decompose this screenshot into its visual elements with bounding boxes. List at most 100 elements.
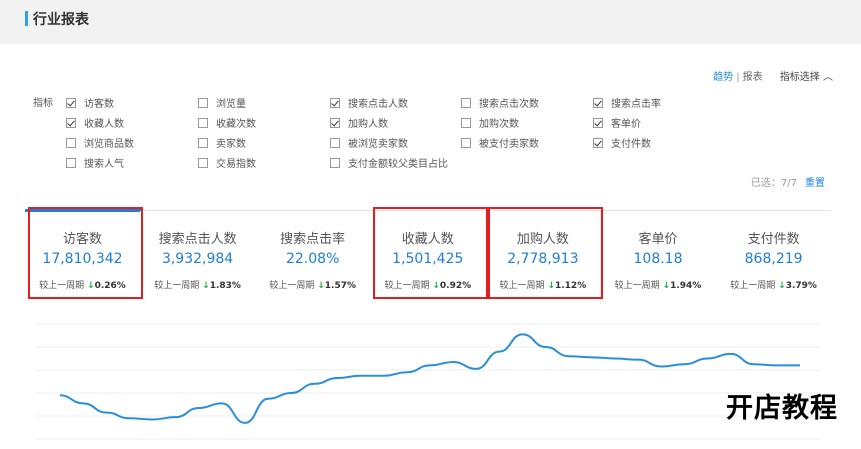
metric-option[interactable]: 收藏次数 xyxy=(198,115,256,130)
metric-card-value: 2,778,913 xyxy=(507,251,579,267)
down-arrow-icon: ↓ xyxy=(317,281,325,291)
metric-checkbox[interactable] xyxy=(66,157,76,168)
metric-cards: 访客数 17,810,342 较上一周期 ↓0.26% 搜索点击人数 3,932,984… xyxy=(25,207,832,304)
metric-option-label: 搜索点击人数 xyxy=(348,99,408,110)
metric-option[interactable]: 搜索点击率 xyxy=(593,95,661,110)
metric-card-value: 3,932,984 xyxy=(161,251,234,267)
metric-option[interactable]: 搜索点击次数 xyxy=(461,95,539,110)
metric-option-label: 被支付卖家数 xyxy=(479,139,539,150)
metric-option-label: 浏览商品数 xyxy=(84,139,134,150)
metric-checkbox[interactable] xyxy=(461,117,471,128)
compare-label: 较上一周期 xyxy=(269,281,315,291)
compare-percent: 0.26% xyxy=(94,281,126,291)
compare-label: 较上一周期 xyxy=(39,281,85,291)
metric-filter-button[interactable]: 指标选择 ︿ xyxy=(780,72,833,83)
down-arrow-icon: ↓ xyxy=(662,281,671,291)
metric-option[interactable]: 卖家数 xyxy=(198,135,246,150)
metric-card-value: 17,810,342 xyxy=(42,251,123,267)
metric-option-label: 搜索点击次数 xyxy=(479,99,539,110)
trend-link[interactable]: 趋势 xyxy=(713,72,733,83)
compare-label: 较上一周期 xyxy=(730,281,776,291)
metric-card-compare: 较上一周期 ↓0.26% xyxy=(25,278,140,291)
metric-option[interactable]: 支付件数 xyxy=(593,135,651,150)
metrics-label: 指标 xyxy=(33,98,53,109)
metric-checkbox[interactable] xyxy=(66,97,76,108)
metric-option[interactable]: 加购人数 xyxy=(330,115,388,130)
metric-option[interactable]: 加购次数 xyxy=(461,115,519,130)
metric-card-compare: 较上一周期 ↓1.12% xyxy=(485,278,600,291)
metric-card[interactable]: 访客数 17,810,342 较上一周期 ↓0.26% xyxy=(25,209,141,304)
metric-card-compare: 较上一周期 ↓3.79% xyxy=(716,278,832,291)
metric-checkbox[interactable] xyxy=(593,117,603,128)
compare-percent: 1.12% xyxy=(554,281,587,291)
metric-filter-label: 指标选择 xyxy=(779,72,820,83)
metric-option[interactable]: 搜索点击人数 xyxy=(330,95,408,110)
metric-option[interactable]: 访客数 xyxy=(66,95,114,110)
reset-button[interactable]: 重置 xyxy=(805,178,825,189)
metric-checkbox[interactable] xyxy=(330,157,340,168)
metric-checkbox[interactable] xyxy=(198,117,208,128)
trend-chart xyxy=(35,323,821,440)
metric-option-label: 收藏次数 xyxy=(216,119,256,130)
metric-option-label: 加购次数 xyxy=(479,119,519,130)
compare-percent: 1.57% xyxy=(324,281,357,291)
metric-card-compare: 较上一周期 ↓1.94% xyxy=(601,278,716,291)
metric-option[interactable]: 客单价 xyxy=(593,115,641,130)
metric-option[interactable]: 浏览商品数 xyxy=(66,135,134,150)
metric-card-compare: 较上一周期 ↓1.83% xyxy=(140,278,255,291)
metric-checkbox[interactable] xyxy=(330,117,340,128)
metric-card[interactable]: 搜索点击人数 3,932,984 较上一周期 ↓1.83% xyxy=(140,211,257,304)
metric-card[interactable]: 搜索点击率 22.08% 较上一周期 ↓1.57% xyxy=(255,211,372,304)
metric-checkbox[interactable] xyxy=(66,137,76,148)
metric-checkbox[interactable] xyxy=(593,97,603,108)
metric-card[interactable]: 客单价 108.18 较上一周期 ↓1.94% xyxy=(600,211,717,304)
metric-checkbox[interactable] xyxy=(198,97,208,108)
metric-card-value: 108.18 xyxy=(633,251,683,267)
metric-card-name: 搜索点击人数 xyxy=(158,232,237,247)
metric-checkbox[interactable] xyxy=(330,97,340,108)
selection-info: 已选：7/7 重置 xyxy=(751,174,825,189)
metric-card-name: 加购人数 xyxy=(516,232,569,247)
metric-card[interactable]: 加购人数 2,778,913 较上一周期 ↓1.12% xyxy=(485,211,602,304)
metric-option[interactable]: 收藏人数 xyxy=(66,115,124,130)
metric-checkbox[interactable] xyxy=(593,137,603,148)
metric-checkbox[interactable] xyxy=(198,157,208,168)
metric-card[interactable]: 支付件数 868,219 较上一周期 ↓3.79% xyxy=(715,211,832,304)
metric-option[interactable]: 被浏览卖家数 xyxy=(330,135,408,150)
metric-card-name: 支付件数 xyxy=(747,232,800,247)
down-arrow-icon: ↓ xyxy=(778,281,786,291)
metric-checkbox[interactable] xyxy=(461,97,471,108)
compare-percent: 1.94% xyxy=(670,281,702,291)
page-title: 行业报表 xyxy=(33,12,89,28)
metric-card-value: 868,219 xyxy=(744,251,803,267)
metric-option-label: 浏览量 xyxy=(216,99,246,110)
metric-card-value: 22.08% xyxy=(285,251,340,267)
metric-card-name: 客单价 xyxy=(638,232,678,247)
metric-card[interactable]: 收藏人数 1,501,425 较上一周期 ↓0.92% xyxy=(370,211,487,304)
metric-checkbox[interactable] xyxy=(330,137,340,148)
metric-option[interactable]: 搜索人气 xyxy=(66,155,124,170)
metric-option-label: 支付金额较父类目占比 xyxy=(348,159,448,170)
metric-checkbox[interactable] xyxy=(461,137,471,148)
page-header: 行业报表 xyxy=(0,0,861,44)
chevron-up-icon: ︿ xyxy=(823,72,833,83)
selection-count: 已选：7/7 xyxy=(750,178,797,189)
metric-option[interactable]: 被支付卖家数 xyxy=(461,135,539,150)
metric-checkbox[interactable] xyxy=(66,117,76,128)
link-separator: | xyxy=(736,72,740,83)
title-accent-bar xyxy=(25,11,28,26)
metric-option[interactable]: 支付金额较父类目占比 xyxy=(330,155,448,170)
down-arrow-icon: ↓ xyxy=(202,281,210,291)
metric-option-label: 搜索人气 xyxy=(84,159,124,170)
report-link[interactable]: 报表 xyxy=(743,72,763,83)
active-card-indicator xyxy=(25,209,141,212)
metric-card-name: 收藏人数 xyxy=(401,232,454,247)
view-switcher: 趋势 | 报表 指标选择 ︿ xyxy=(713,68,833,83)
metric-option[interactable]: 浏览量 xyxy=(198,95,246,110)
metric-option[interactable]: 交易指数 xyxy=(198,155,256,170)
watermark: 开店教程 xyxy=(726,393,838,424)
metric-card-name: 访客数 xyxy=(62,232,102,247)
metric-checkbox[interactable] xyxy=(198,137,208,148)
metric-card-value: 1,501,425 xyxy=(392,251,464,267)
metric-card-compare: 较上一周期 ↓1.57% xyxy=(255,278,370,291)
